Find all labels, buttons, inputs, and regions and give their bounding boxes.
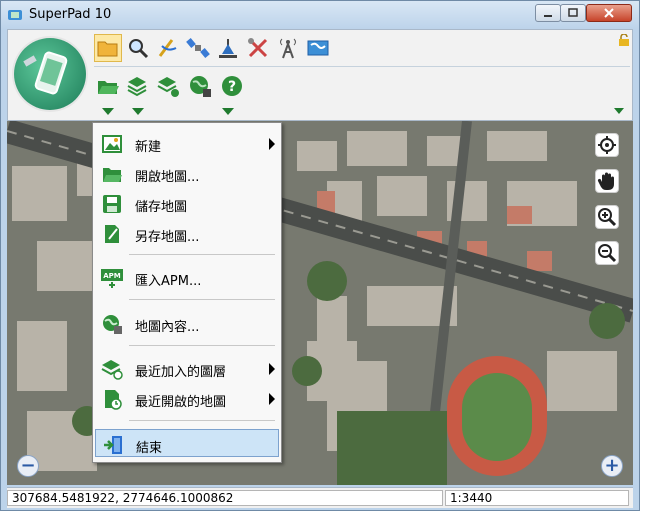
minus-icon: − bbox=[20, 455, 36, 476]
submenu-arrow-icon bbox=[269, 363, 275, 375]
svg-text:APM: APM bbox=[103, 272, 121, 280]
zoom-out-icon bbox=[598, 244, 617, 263]
menu-item-open-map[interactable]: 開啟地圖... bbox=[95, 159, 279, 187]
open-icon[interactable] bbox=[96, 74, 120, 98]
help-dropdown-arrow[interactable] bbox=[222, 108, 234, 115]
map-icon[interactable] bbox=[306, 36, 330, 60]
satellite-icon[interactable] bbox=[186, 36, 210, 60]
map-content-icon bbox=[103, 315, 122, 334]
zoom-out-button[interactable] bbox=[595, 241, 619, 265]
crosshair-icon bbox=[598, 136, 616, 154]
ribbon: ? bbox=[7, 29, 633, 121]
status-bar: 307684.5481922, 2774646.1000862 1:3440 bbox=[7, 487, 633, 508]
menu-item-label: 最近加入的圖層 bbox=[135, 365, 227, 380]
menu-item-recent-layers[interactable]: 最近加入的圖層 bbox=[95, 354, 279, 382]
tools-icon[interactable] bbox=[246, 36, 270, 60]
minimize-icon bbox=[544, 15, 552, 17]
svg-text:?: ? bbox=[228, 79, 236, 95]
menu-separator bbox=[129, 299, 275, 300]
minimize-button[interactable] bbox=[535, 4, 561, 22]
picture-icon bbox=[102, 135, 122, 153]
title-bar[interactable]: SuperPad 10 bbox=[1, 1, 639, 29]
zoom-in-button[interactable] bbox=[595, 205, 619, 229]
draw-icon[interactable] bbox=[156, 36, 180, 60]
layer-dropdown-arrow[interactable] bbox=[132, 108, 144, 115]
scale-readout: 1:3440 bbox=[445, 490, 629, 506]
zoom-out-circle-button[interactable]: − bbox=[17, 455, 39, 477]
menu-item-label: 開啟地圖... bbox=[135, 170, 200, 185]
menu-separator bbox=[129, 420, 275, 421]
folder-icon bbox=[103, 168, 122, 182]
ribbon-collapse-arrow[interactable] bbox=[614, 108, 624, 114]
gps-locate-button[interactable] bbox=[595, 133, 619, 157]
add-layer-icon[interactable] bbox=[126, 74, 150, 98]
close-button[interactable] bbox=[586, 4, 632, 22]
lock-icon[interactable] bbox=[618, 34, 630, 46]
file-menu: 新建 開啟地圖... 儲存地圖 另存地圖... APM 匯入APM... 地圖內… bbox=[92, 122, 282, 463]
open-dropdown-arrow[interactable] bbox=[102, 108, 114, 115]
hand-icon bbox=[597, 172, 614, 190]
pan-button[interactable] bbox=[595, 169, 619, 193]
menu-item-label: 結束 bbox=[136, 441, 163, 456]
recent-map-icon bbox=[105, 390, 122, 410]
app-icon bbox=[8, 10, 22, 20]
menu-item-exit[interactable]: 結束 bbox=[95, 429, 279, 457]
menu-item-new[interactable]: 新建 bbox=[95, 129, 279, 157]
gps-tower-icon[interactable] bbox=[276, 36, 300, 60]
menu-item-save-map[interactable]: 儲存地圖 bbox=[95, 189, 279, 217]
menu-item-save-as[interactable]: 另存地圖... bbox=[95, 219, 279, 247]
survey-icon[interactable] bbox=[216, 36, 240, 60]
coordinates-readout: 307684.5481922, 2774646.1000862 bbox=[7, 490, 443, 506]
maximize-button[interactable] bbox=[560, 4, 586, 22]
folder-icon bbox=[97, 41, 118, 57]
menu-item-map-properties[interactable]: 地圖內容... bbox=[95, 309, 279, 337]
submenu-arrow-icon bbox=[269, 393, 275, 405]
window-title: SuperPad 10 bbox=[29, 7, 112, 22]
menu-item-import-apm[interactable]: APM 匯入APM... bbox=[95, 263, 279, 291]
help-icon[interactable]: ? bbox=[220, 74, 244, 98]
zoom-in-icon bbox=[598, 208, 617, 227]
menu-item-label: 匯入APM... bbox=[135, 274, 202, 289]
search-icon[interactable] bbox=[126, 36, 150, 60]
ribbon-separator bbox=[94, 66, 630, 67]
menu-item-label: 最近開啟的地圖 bbox=[135, 395, 227, 410]
menu-item-recent-maps[interactable]: 最近開啟的地圖 bbox=[95, 384, 279, 412]
app-window: SuperPad 10 ? − + 307684.5481922, 277464… bbox=[0, 0, 640, 511]
plus-icon: + bbox=[604, 455, 620, 476]
maximize-icon bbox=[568, 8, 578, 17]
submenu-arrow-icon bbox=[269, 138, 275, 150]
layer-settings-icon[interactable] bbox=[156, 74, 180, 98]
background-window-edge bbox=[640, 0, 647, 511]
globe-icon[interactable] bbox=[188, 74, 212, 98]
apm-icon: APM bbox=[101, 269, 123, 288]
menu-item-label: 新建 bbox=[135, 140, 162, 155]
menu-item-label: 地圖內容... bbox=[135, 320, 200, 335]
zoom-in-circle-button[interactable]: + bbox=[601, 455, 623, 477]
save-icon bbox=[103, 195, 121, 213]
menu-separator bbox=[129, 254, 275, 255]
exit-icon bbox=[104, 436, 122, 454]
menu-separator bbox=[129, 345, 275, 346]
menu-item-label: 儲存地圖 bbox=[135, 200, 188, 215]
close-icon bbox=[604, 8, 614, 18]
menu-item-label: 另存地圖... bbox=[135, 230, 200, 245]
recent-layer-icon bbox=[101, 360, 123, 380]
device-logo-icon bbox=[23, 51, 68, 95]
tab-file[interactable] bbox=[94, 34, 122, 62]
app-logo[interactable] bbox=[14, 38, 86, 110]
save-as-icon bbox=[105, 225, 119, 243]
